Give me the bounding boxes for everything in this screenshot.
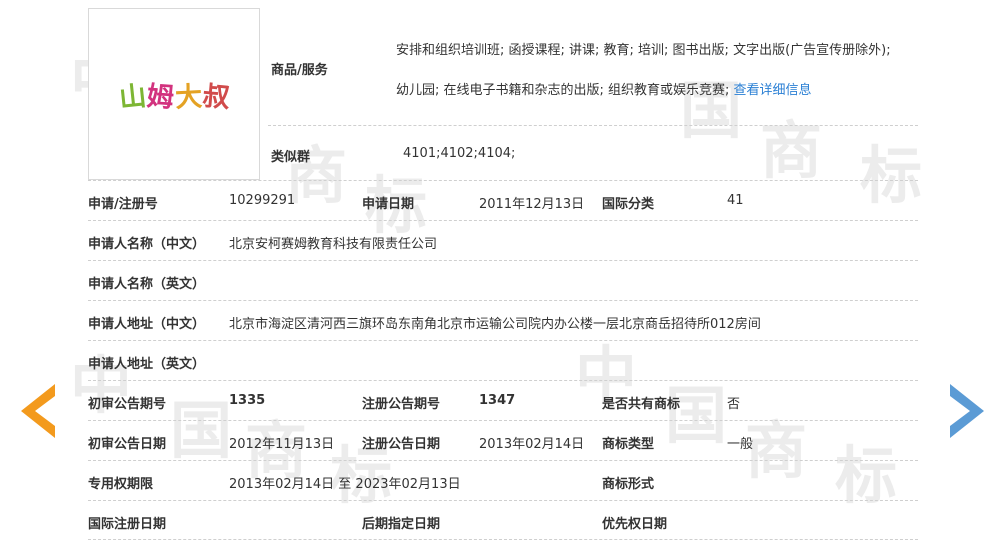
goods-label: 商品/服务 — [271, 63, 328, 78]
mark-type-label: 商标类型 — [602, 437, 655, 452]
applicant-cn-value: 北京安柯赛姆教育科技有限责任公司 — [229, 237, 438, 252]
intl-class-label: 国际分类 — [602, 197, 655, 212]
logo-char: 大 — [173, 80, 203, 114]
shared-mark-value: 否 — [727, 397, 741, 412]
shared-mark-label: 是否共有商标 — [602, 397, 681, 412]
reg-issue-value: 1347 — [479, 393, 516, 408]
similar-group-value: 4101;4102;4104; — [403, 146, 516, 161]
mark-type-value: 一般 — [727, 437, 754, 452]
watermark-biao: 标 — [860, 139, 923, 212]
reg-no-value: 10299291 — [229, 193, 296, 208]
similar-group-label: 类似群 — [271, 150, 311, 165]
address-cn-label: 申请人地址（中文） — [88, 317, 206, 332]
logo-text: 山 姆 大 叔 — [117, 75, 231, 114]
watermark-shang: 商 — [745, 414, 808, 487]
prelim-date-value: 2012年11月13日 — [229, 437, 335, 452]
row-divider — [88, 460, 918, 461]
app-date-value: 2011年12月13日 — [479, 197, 585, 212]
applicant-en-label: 申请人名称（英文） — [88, 277, 206, 292]
row-divider — [88, 340, 918, 341]
reg-date-value: 2013年02月14日 — [479, 437, 585, 452]
address-cn-value: 北京市海淀区清河西三旗环岛东南角北京市运输公司院内办公楼一层北京商岳招待所012… — [229, 317, 761, 332]
goods-line-1: 安排和组织培训班; 函授课程; 讲课; 教育; 培训; 图书出版; 文字出版(广… — [396, 43, 891, 58]
logo-char: 叔 — [200, 80, 231, 114]
goods-line-2-text: 幼儿园; 在线电子书籍和杂志的出版; 组织教育或娱乐竞赛; — [396, 83, 730, 98]
row-divider — [88, 420, 918, 421]
row-divider — [88, 539, 918, 540]
row-divider — [88, 180, 918, 181]
watermark-guo: 国 — [170, 394, 233, 467]
later-designation-label: 后期指定日期 — [362, 517, 441, 532]
prelim-issue-value: 1335 — [229, 393, 266, 408]
logo-char: 姆 — [145, 80, 175, 114]
chevron-left-icon — [21, 384, 55, 438]
priority-date-label: 优先权日期 — [602, 517, 668, 532]
prelim-issue-label: 初审公告期号 — [88, 397, 167, 412]
exclusive-period-value: 2013年02月14日 至 2023年02月13日 — [229, 477, 461, 492]
prelim-date-label: 初审公告日期 — [88, 437, 167, 452]
logo-char: 山 — [117, 80, 148, 114]
row-divider — [88, 500, 918, 501]
reg-no-label: 申请/注册号 — [88, 197, 158, 212]
trademark-logo: 山 姆 大 叔 — [88, 8, 260, 180]
view-details-link[interactable]: 查看详细信息 — [734, 83, 812, 98]
row-divider — [88, 260, 918, 261]
reg-issue-label: 注册公告期号 — [362, 397, 441, 412]
row-divider — [88, 380, 918, 381]
row-divider — [268, 125, 918, 126]
watermark-biao: 标 — [835, 439, 898, 512]
chevron-right-icon — [950, 384, 984, 438]
row-divider — [88, 220, 918, 221]
app-date-label: 申请日期 — [362, 197, 415, 212]
applicant-cn-label: 申请人名称（中文） — [88, 237, 206, 252]
exclusive-period-label: 专用权期限 — [88, 477, 154, 492]
next-arrow-button[interactable] — [950, 384, 984, 438]
goods-line-2: 幼儿园; 在线电子书籍和杂志的出版; 组织教育或娱乐竞赛; 查看详细信息 — [396, 79, 812, 98]
intl-class-value: 41 — [727, 193, 744, 208]
mark-form-label: 商标形式 — [602, 477, 655, 492]
watermark-shang: 商 — [760, 114, 823, 187]
prev-arrow-button[interactable] — [21, 384, 55, 438]
reg-date-label: 注册公告日期 — [362, 437, 441, 452]
address-en-label: 申请人地址（英文） — [88, 357, 206, 372]
intl-reg-date-label: 国际注册日期 — [88, 517, 167, 532]
row-divider — [88, 300, 918, 301]
